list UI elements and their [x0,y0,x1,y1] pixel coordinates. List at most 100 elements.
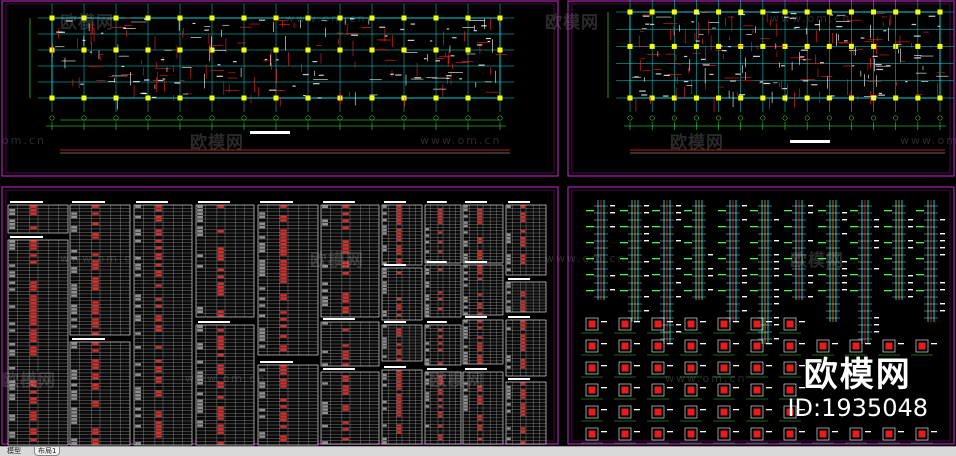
table-highlight-cell [30,332,37,336]
column [49,15,55,21]
table-highlight-cell [396,212,402,215]
column [738,43,744,49]
table-highlight-cell [342,226,349,229]
annotation-text-mark [642,15,650,17]
table-highlight-cell [217,247,224,250]
table-highlight-cell [520,216,526,219]
column [305,47,311,53]
level-mark [916,226,924,228]
table-highlight-cell [217,275,224,278]
grid-bubble [433,115,439,121]
table-highlight-cell [30,315,37,319]
schedule-table [381,201,423,266]
table-highlight-cell [280,372,287,375]
table-text-cell [71,294,78,297]
table-highlight-cell [155,431,162,435]
table-highlight-cell [280,273,287,277]
table-text-cell [425,250,430,253]
section-label [700,343,706,345]
table-highlight-cell [396,352,402,355]
table-highlight-cell [92,263,99,267]
table-text-cell [197,307,203,310]
grid-bubble [627,115,633,121]
column [497,95,503,101]
table-text-cell [425,392,430,395]
table-highlight-cell [520,261,526,264]
annotation-text-mark [379,26,386,28]
table-highlight-cell [438,298,443,301]
table-text-cell [506,233,511,236]
table-text-cell [322,405,328,408]
table-text-cell [197,219,203,222]
section-core [786,430,794,438]
column [113,15,119,21]
tab-model[interactable]: 模型 [4,447,24,456]
table-text-cell [382,437,387,441]
annotation-text-mark [782,88,787,90]
tab-layout-1[interactable]: 布局1 [34,447,61,456]
annotation-text-mark [729,80,736,82]
table-text-cell [322,296,328,299]
level-mark [850,210,858,212]
table-text-cell [506,240,511,243]
table-text-cell [71,383,78,387]
level-mark [586,274,594,276]
level-mark [620,274,628,276]
table-highlight-cell [520,441,526,444]
table-highlight-cell [155,318,162,322]
table-text-cell [463,312,468,315]
detail-label [708,268,713,270]
table-highlight-cell [217,364,224,367]
column-section [647,317,673,334]
table-highlight-cell [396,410,402,414]
table-highlight-cell [477,293,483,296]
table-text-cell [135,363,141,366]
detail-label [676,324,681,326]
column-section [911,427,937,444]
table-text-cell [506,237,511,240]
annotation-text-mark [883,30,887,32]
table-text-cell [135,390,141,394]
table-highlight-cell [520,309,526,312]
table-highlight-cell [477,278,483,281]
table-text-cell [9,418,16,421]
table-highlight-cell [155,394,162,397]
table-highlight-cell [438,392,443,395]
table-text-cell [71,229,78,232]
column [848,9,854,15]
detail-label [708,254,713,256]
annotation-text-mark [407,39,415,41]
schedule-table [195,201,255,318]
column [49,95,55,101]
table-highlight-cell [30,428,37,431]
annotation-text-mark [258,19,266,21]
column [49,47,55,53]
column-section [713,317,739,334]
table-highlight-cell [92,321,99,325]
table-highlight-cell [155,229,162,232]
annotation-text-mark [481,25,487,27]
annotation-text-mark [423,58,427,60]
level-mark [916,274,924,276]
table-highlight-cell [155,256,162,260]
table-highlight-cell [477,257,483,260]
table-highlight-cell [30,308,37,312]
table-text-cell [259,345,266,348]
grid-bubble [49,115,55,121]
table-highlight-cell [280,246,287,249]
grid-bubble [649,115,655,121]
table-highlight-cell [477,355,483,358]
level-mark [718,290,726,292]
detail-label [774,275,779,277]
table-highlight-cell [477,358,483,361]
detail-label [842,282,847,284]
table-highlight-cell [155,435,162,438]
table-text-cell [425,272,430,275]
table-highlight-cell [477,428,483,431]
table-text-cell [71,304,78,308]
grid-bubble [145,115,151,121]
table-highlight-cell [92,387,99,390]
table-highlight-cell [92,260,99,263]
table-highlight-cell [396,334,402,337]
annotation-text-mark [395,74,402,76]
